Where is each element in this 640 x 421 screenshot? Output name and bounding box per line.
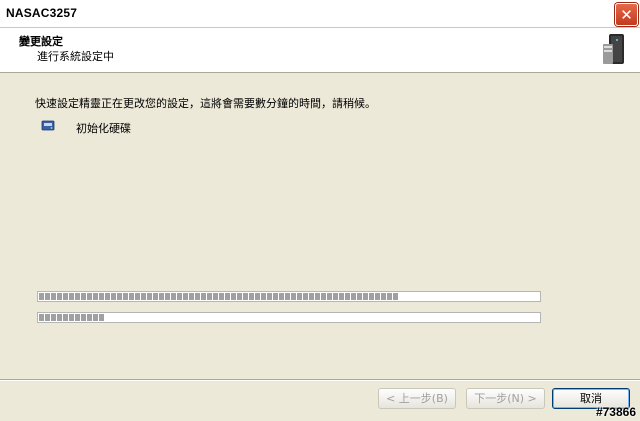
next-button[interactable]: 下一步(N) > <box>466 388 545 409</box>
wizard-header: 變更設定 進行系統設定中 <box>0 28 640 73</box>
overall-progress-fill <box>39 293 399 300</box>
current-progress-bar <box>37 312 541 323</box>
close-icon: ✕ <box>620 5 633 24</box>
hard-disk-icon <box>41 120 55 131</box>
header-title: 變更設定 <box>19 35 63 48</box>
nas-device-icon <box>603 34 624 64</box>
back-button[interactable]: < 上一步(B) <box>378 388 456 409</box>
header-subtitle: 進行系統設定中 <box>37 50 114 63</box>
window-title: NASAC3257 <box>6 6 78 20</box>
close-button[interactable]: ✕ <box>615 3 638 26</box>
footer-divider <box>0 379 640 381</box>
current-progress-fill <box>39 314 104 321</box>
status-message: 快速設定精靈正在更改您的設定，這將會需要數分鐘的時間，請稍候。 <box>35 97 376 110</box>
overall-progress-bar <box>37 291 541 302</box>
wizard-body: 快速設定精靈正在更改您的設定，這將會需要數分鐘的時間，請稍候。 初始化硬碟 <box>0 73 640 379</box>
title-bar: NASAC3257 ✕ <box>0 0 640 28</box>
watermark-label: #73866 <box>595 405 636 419</box>
task-label: 初始化硬碟 <box>76 122 131 135</box>
